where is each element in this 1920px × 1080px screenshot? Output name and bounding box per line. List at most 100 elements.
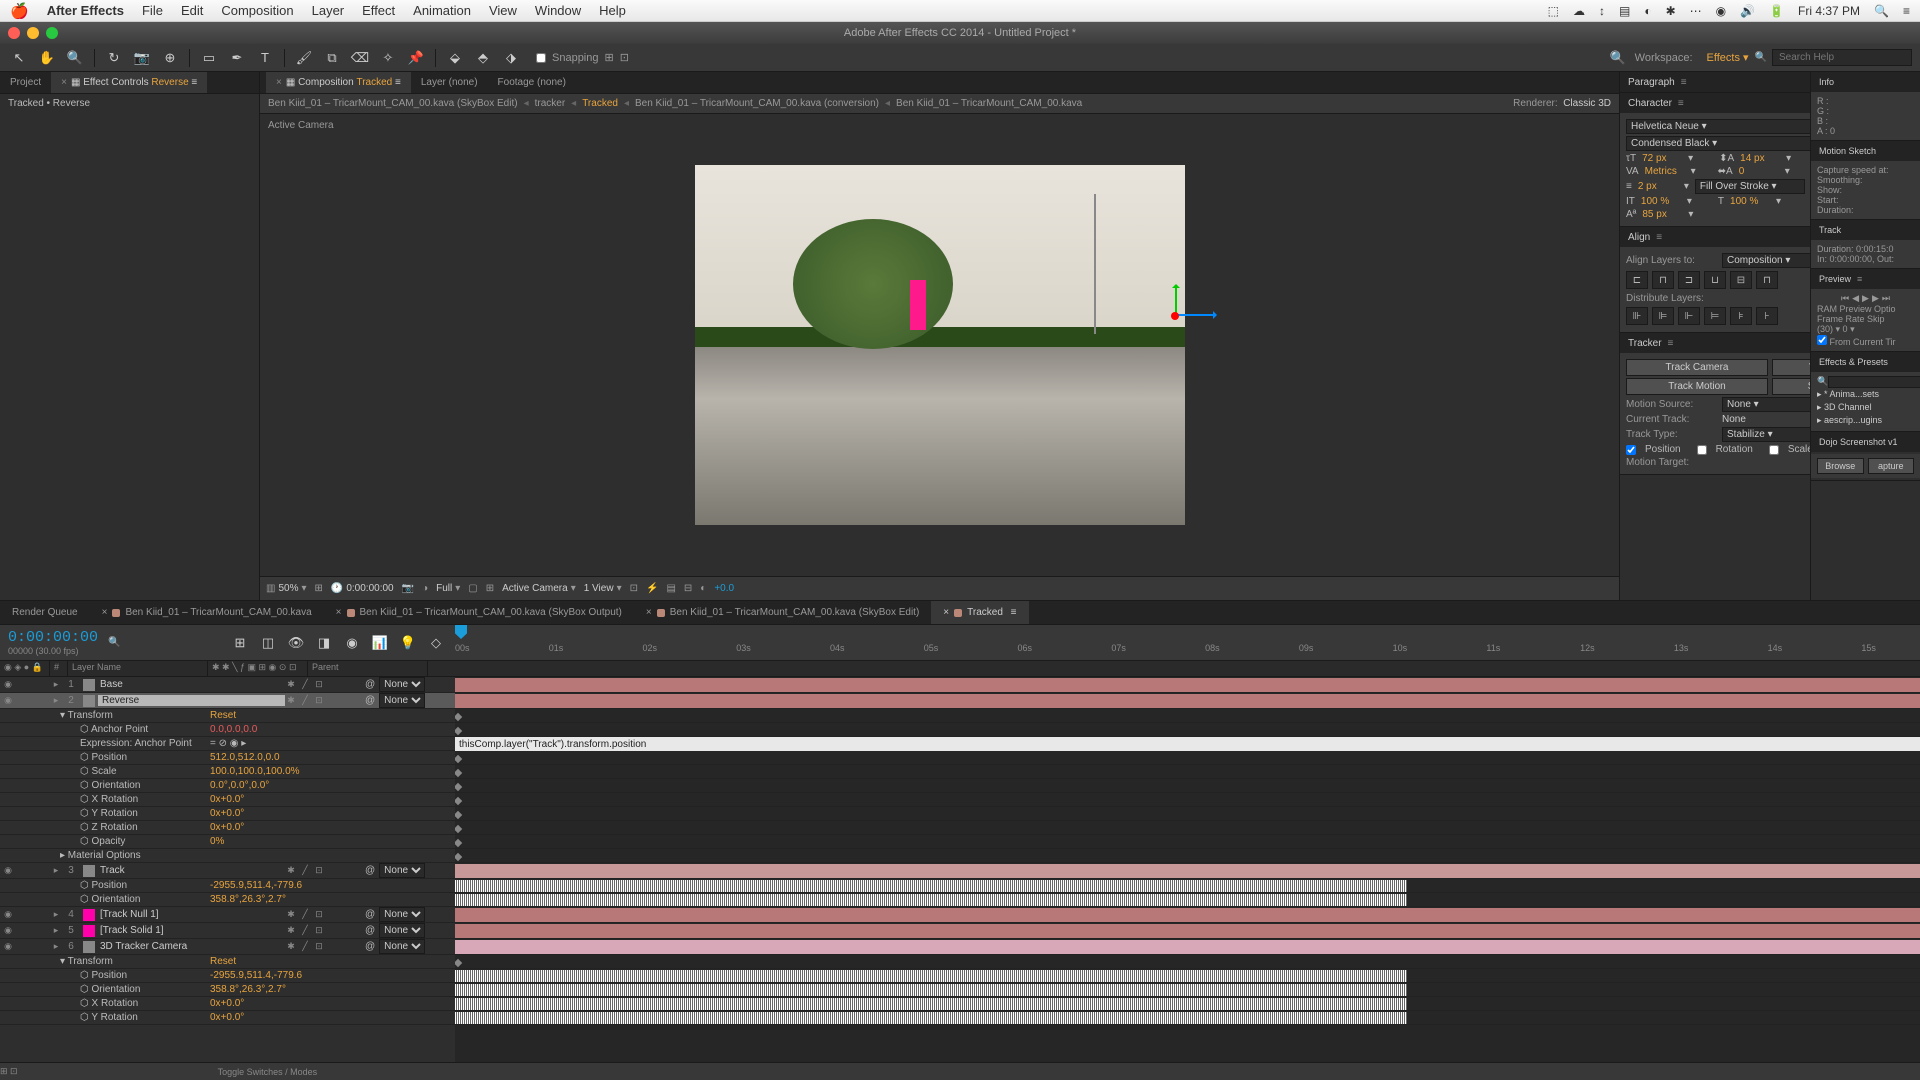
menu-effect[interactable]: Effect [362,3,395,18]
channel-icon[interactable]: ◑ [422,583,428,594]
align-top-icon[interactable]: ⊔ [1704,271,1726,289]
menu-window[interactable]: Window [535,3,581,18]
volume-icon[interactable]: 🔊 [1740,4,1755,18]
switch-icon[interactable]: ✱ [285,909,297,921]
timeline-icon[interactable]: ▤ [666,583,675,594]
switch-icon[interactable]: ╱ [299,909,311,921]
property-name[interactable]: ⬡ Position [60,970,210,981]
3d-switch-icon[interactable]: ⊡ [313,865,325,877]
layer-color-swatch[interactable] [83,679,95,691]
switch-icon[interactable]: ╱ [299,925,311,937]
tab-layer[interactable]: Layer (none) [411,72,488,93]
menu-help[interactable]: Help [599,3,626,18]
snap-opt-icon[interactable]: ⊞ [605,51,614,64]
layer-color-swatch[interactable] [83,941,95,953]
zoom-tool-icon[interactable]: 🔍 [64,47,86,69]
pickwhip-icon[interactable]: @ [365,925,375,936]
layer-name[interactable]: Reverse [98,695,285,706]
switch-icon[interactable]: ✱ [285,679,297,691]
panel-menu-icon[interactable]: ≡ [1678,98,1684,109]
switch-icon[interactable]: ╱ [299,679,311,691]
app-name[interactable]: After Effects [47,3,124,18]
eraser-tool-icon[interactable]: ⌫ [349,47,371,69]
grid-icon[interactable]: ⊞ [486,583,494,594]
font-size-value[interactable]: 72 px [1642,153,1682,164]
layer-color-swatch[interactable] [83,909,95,921]
clone-tool-icon[interactable]: ⧉ [321,47,343,69]
status-icon[interactable]: ↕ [1599,4,1605,18]
pixel-aspect-icon[interactable]: ⊡ [630,583,638,594]
tracking-value[interactable]: 0 [1739,166,1779,177]
pickwhip-icon[interactable]: @ [365,941,375,952]
status-icon[interactable]: ☁ [1573,4,1585,18]
pickwhip-icon[interactable]: @ [365,679,375,690]
twirl-icon[interactable]: ▸ [50,925,62,937]
workspace-dropdown[interactable]: Effects ▾ [1707,51,1749,64]
3d-switch-icon[interactable]: ⊡ [313,925,325,937]
toggle-switch-icon[interactable]: ⊞ ⊡ [0,1066,18,1077]
camera-dropdown[interactable]: Active Camera ▾ [502,583,576,594]
exposure-value[interactable]: +0.0 [714,583,734,594]
3d-switch-icon[interactable]: ⊡ [313,679,325,691]
panel-menu-icon[interactable]: ≡ [1008,607,1017,618]
brainstorm-icon[interactable]: 💡 [397,632,419,654]
baseline-value[interactable]: 85 px [1642,209,1682,220]
close-tab-icon[interactable]: × [102,607,108,618]
property-value[interactable]: 100.0,100.0,100.0% [210,766,300,777]
resolution-icon[interactable]: ⊞ [315,583,323,594]
panel-header-effects-presets[interactable]: Effects & Presets [1811,352,1920,372]
property-value[interactable]: 0.0°,0.0°,0.0° [210,780,269,791]
snapshot-icon[interactable]: 📷 [402,583,414,594]
tab-effect-controls[interactable]: × ▦ Effect Controls Reverse ≡ [51,72,207,93]
skip-dropdown[interactable]: 0 [1843,324,1848,334]
frame-blend-icon[interactable]: ◨ [313,632,335,654]
property-value[interactable]: -2955.9,511.4,-779.6 [210,970,302,981]
property-value[interactable]: 0x+0.0° [210,808,244,819]
graph-editor-icon[interactable]: 📊 [369,632,391,654]
from-current-checkbox[interactable] [1817,335,1827,345]
switch-icon[interactable]: ╱ [299,695,311,707]
3d-switch-icon[interactable]: ⊡ [313,695,325,707]
menu-edit[interactable]: Edit [181,3,203,18]
maximize-icon[interactable] [46,27,58,39]
pen-tool-icon[interactable]: ✒ [226,47,248,69]
panel-menu-icon[interactable]: ≡ [1681,77,1687,88]
hscale-value[interactable]: 100 % [1730,196,1770,207]
switch-icon[interactable]: ╱ [299,941,311,953]
play-icon[interactable]: ▶ [1862,293,1869,304]
preset-folder[interactable]: ▸ * Anima...sets [1817,388,1914,401]
views-dropdown[interactable]: 1 View ▾ [584,583,622,594]
puppet-tool-icon[interactable]: 📌 [405,47,427,69]
axis-world-icon[interactable]: ⬘ [472,47,494,69]
motion-blur-icon[interactable]: ◉ [341,632,363,654]
parent-dropdown[interactable]: None [379,863,425,878]
align-bottom-icon[interactable]: ⊓ [1756,271,1778,289]
parent-dropdown[interactable]: None [379,923,425,938]
scale-checkbox[interactable] [1769,445,1779,455]
twirl-icon[interactable]: ▸ [50,941,62,953]
solid-layer-overlay[interactable] [910,280,926,330]
hand-tool-icon[interactable]: ✋ [36,47,58,69]
stroke-width-value[interactable]: 2 px [1638,181,1678,192]
draft-3d-icon[interactable]: ◫ [257,632,279,654]
parent-dropdown[interactable]: None [379,907,425,922]
exposure-reset-icon[interactable]: ◐ [700,583,706,594]
timeline-tab[interactable]: ×Ben Kiid_01 – TricarMount_CAM_00.kava (… [324,601,634,624]
search-help-input[interactable] [1772,49,1912,66]
toggle-switches-modes-button[interactable]: Toggle Switches / Modes [218,1067,318,1077]
panel-header-dojo[interactable]: Dojo Screenshot v1 [1811,432,1920,452]
parent-dropdown[interactable]: None [379,939,425,954]
parent-dropdown[interactable]: None [379,693,425,708]
traffic-lights[interactable] [8,27,58,39]
distribute-icon[interactable]: ⊧ [1730,307,1752,325]
capture-button[interactable]: apture [1868,458,1915,474]
parent-dropdown[interactable]: None [379,677,425,692]
video-toggle-icon[interactable]: ◉ [2,679,14,691]
track-motion-button[interactable]: Track Motion [1626,378,1768,395]
zoom-dropdown[interactable]: ▥ 50% ▾ [266,583,307,594]
comp-mini-flowchart-icon[interactable]: ⊞ [229,632,251,654]
layer-color-swatch[interactable] [83,925,95,937]
property-name[interactable]: ⬡ Y Rotation [60,1012,210,1023]
time-display[interactable]: 🕐 0:00:00:00 [331,583,394,594]
switch-icon[interactable]: ✱ [285,865,297,877]
